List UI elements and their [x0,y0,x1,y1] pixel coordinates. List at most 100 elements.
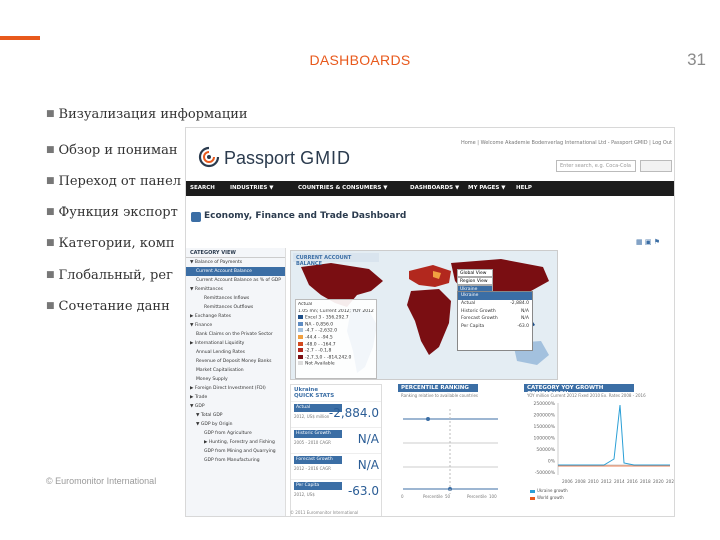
bullet-6: ■ Глобальный, рег [46,268,173,283]
sidebar-item[interactable]: GDP from Manufacturing [186,456,285,465]
popup-row: Forecast Growth N/A [458,315,532,323]
legend-label: -44.4 - -94.5 [305,335,333,341]
sidebar-item[interactable]: ▼ GDP [186,402,285,411]
tab-current-account-balance[interactable]: CURRENT ACCOUNT BALANCE [293,253,379,267]
y-tick-label: 100000% [534,436,556,442]
x-tick-label: 2016 [627,479,638,484]
percentile-mark: Percentile [467,494,487,499]
sidebar-item[interactable]: ▼ Balance of Payments [186,258,285,267]
export-icons[interactable]: ▦ ▣ ⚑ [636,238,660,246]
sidebar-item[interactable]: ▶ International Liquidity [186,339,285,348]
passport-logo-icon [198,146,220,168]
category-sidebar: CATEGORY VIEW ▼ Balance of Payments Curre… [186,248,286,516]
sidebar-item[interactable]: Bank Claims on the Private Sector [186,330,285,339]
accent-line [0,36,40,40]
nav-countries[interactable]: COUNTRIES & CONSUMERS ▼ [298,185,387,191]
nav-help[interactable]: HELP [516,185,532,191]
sidebar-item[interactable]: Market Capitalisation [186,366,285,375]
legend-label: Not Available [305,361,335,367]
y-tick-label: 0% [548,459,556,465]
slide-footer: © Euromonitor International [46,476,157,486]
quick-stat-row: Historic Growth 2005 - 2010 CAGR N/A [291,427,381,453]
sidebar-item[interactable]: ▼ Remittances [186,285,285,294]
sidebar-item[interactable]: Remittances Inflows [186,294,285,303]
logo-suffix: GMID [300,148,352,168]
bullet-text: Обзор и пониман [58,143,178,158]
sidebar-item[interactable]: ▶ Foreign Direct Investment (FDI) [186,384,285,393]
bullet-text: Сочетание данн [58,299,170,314]
legend-swatch [298,348,303,353]
global-view-option[interactable]: Global View [457,269,493,277]
quick-stat-sub: 2012, US$ [294,492,315,497]
legend-header: Actual [298,302,313,307]
quick-stat-sub: 2005 - 2010 CAGR [294,440,331,445]
sidebar-item[interactable]: ▼ Finance [186,321,285,330]
popup-label: Per Capita [461,323,485,329]
sidebar-item[interactable]: ▶ Exchange Rates [186,312,285,321]
legend-label: -2.7 - -0.1,8 [305,348,332,354]
bullet-mark: ■ [46,145,55,155]
legend-label: NA - 0,856.0 [305,322,334,328]
ukraine-growth-line [558,404,670,466]
sidebar-item[interactable]: Current Account Balance [186,267,285,276]
legend-row[interactable]: -2.7 - -0.1,8 [298,348,374,355]
x-tick-label: 2020 [653,479,664,484]
legend-row[interactable]: -44.4 - -94.5 [298,334,374,342]
sidebar-item[interactable]: Current Account Balance as % of GDP [186,276,285,285]
search-button[interactable] [640,160,672,172]
x-tick-label: 2012 [601,479,612,484]
passport-logo[interactable]: Passport GMID [224,148,351,169]
search-input[interactable]: Enter search, e.g. Coca-Cola [556,160,636,172]
bullet-mark: ■ [46,207,55,217]
sidebar-item[interactable]: ▶ Hunting, Forestry and Fishing [186,438,285,447]
sidebar-item[interactable]: Revenue of Deposit Money Banks [186,357,285,366]
legend-row[interactable]: Not Available [298,361,374,368]
nav-industries[interactable]: INDUSTRIES ▼ [230,185,274,191]
popup-row: Historic Growth N/A [458,308,532,316]
popup-value: N/A [521,316,529,321]
y-tick-label: 250000% [534,401,556,407]
percentile-title: PERCENTILE RANKING [398,384,478,392]
top-links[interactable]: Home | Welcome Akademie Bodenverlag Inte… [461,140,672,146]
legend-swatch [298,354,303,359]
x-tick-label: 2010 [588,479,599,484]
percentile-subtitle: Ranking relative to available countries [401,393,479,398]
legend-row[interactable]: -48.0 - -164.7 [298,341,374,349]
sidebar-item[interactable]: Money Supply [186,375,285,384]
nav-search[interactable]: SEARCH [190,185,215,191]
bullet-2: ■ Обзор и пониман [46,143,178,158]
legend-swatch [298,341,303,346]
sidebar-item[interactable]: Annual Lending Rates [186,348,285,357]
legend-label: Excel 3 - 356,292.7 [305,315,349,321]
quick-stat-value: N/A [357,458,379,472]
bullet-4: ■ Функция экспорт [46,205,178,220]
sidebar-item[interactable]: ▼ Total GDP [186,411,285,420]
quick-stat-value: -63.0 [347,484,379,498]
nav-dashboards[interactable]: DASHBOARDS ▼ [410,185,459,191]
sidebar-item[interactable]: Remittances Outflows [186,303,285,312]
legend-label: Ukraine growth [537,488,568,493]
x-tick-label: 2018 [640,479,651,484]
legend-note: 1.05 mn; Current 2012; YOY 2012 Ex. rate… [298,308,374,314]
percentile-mark: 100 [489,494,497,499]
legend-row[interactable]: Excel 3 - 356,292.7 [298,315,374,322]
quick-stat-label: Historic Growth [294,430,342,438]
quick-stats-header: Ukraine QUICK STATS [291,385,381,401]
legend-row[interactable]: NA - 0,856.0 [298,321,374,329]
region-view-option[interactable]: Region View [457,277,493,285]
legend-row[interactable]: -4.7 - -2,632.0 [298,328,374,335]
slide-title: DASHBOARDS [309,52,411,68]
bullet-5: ■ Категории, комп [46,236,175,251]
dashboard-heading: Economy, Finance and Trade Dashboard [186,208,674,228]
scale-dot-1 [426,417,430,421]
nav-my-pages[interactable]: MY PAGES ▼ [468,185,506,191]
popup-label: Actual [461,301,476,306]
x-tick-label: 2006 [562,479,573,484]
category-legend-2: World growth [530,495,564,500]
logo-name: Passport [224,148,296,168]
sidebar-item[interactable]: GDP from Mining and Quarrying [186,447,285,456]
sidebar-item[interactable]: ▶ Trade [186,393,285,402]
sidebar-item[interactable]: GDP from Agriculture [186,429,285,438]
sidebar-item[interactable]: ▼ GDP by Origin [186,420,285,429]
legend-row[interactable]: -2,7.3,0 - -814,242.0 [298,354,374,362]
